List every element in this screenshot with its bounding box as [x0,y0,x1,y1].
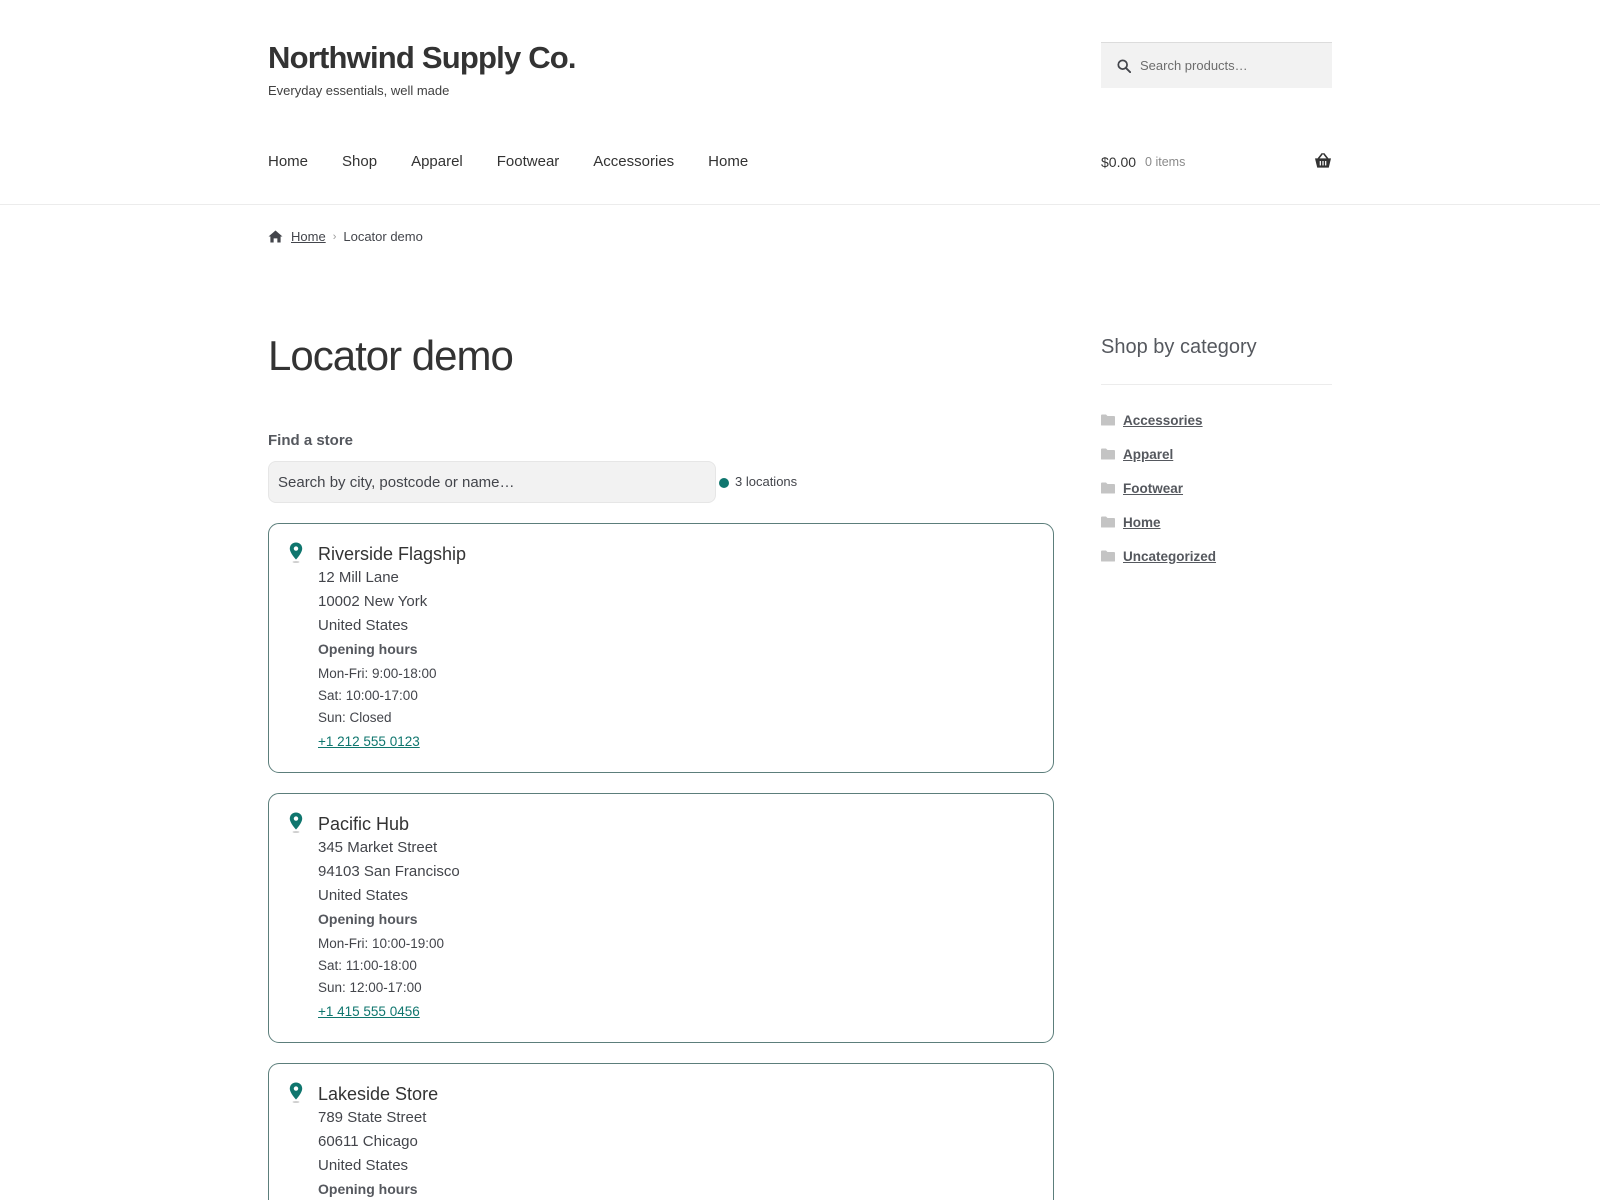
site-title[interactable]: Northwind Supply Co. [268,40,577,76]
category-link-uncategorized[interactable]: Uncategorized [1123,549,1216,564]
cart-amount[interactable]: $0.00 [1101,154,1136,170]
cart-item-count[interactable]: 0 items [1145,155,1185,169]
folder-icon [1101,482,1115,494]
category-item: Accessories [1101,403,1216,437]
store-details: Lakeside Store 789 State Street 60611 Ch… [318,1082,438,1200]
store-street: 789 State Street [318,1109,427,1126]
hours-line: Mon-Fri: 10:00-19:00 [318,936,445,951]
store-name: Riverside Flagship [318,544,467,564]
category-link-footwear[interactable]: Footwear [1123,481,1183,496]
opening-hours-heading: Opening hours [318,911,418,927]
status-dot-icon [719,478,729,488]
hours-line: Sat: 10:00-17:00 [318,688,418,703]
nav-item-home[interactable]: Home [268,153,308,170]
category-item: Home [1101,505,1216,539]
map-pin-icon [289,542,303,563]
primary-nav: Home Shop Apparel Footwear Accessories H… [268,153,782,170]
store-city: 10002 New York [318,593,428,610]
opening-hours-heading: Opening hours [318,1181,418,1197]
category-item: Footwear [1101,471,1216,505]
store-city: 94103 San Francisco [318,863,460,880]
sidebar-divider [1101,384,1332,385]
folder-icon [1101,448,1115,460]
store-street: 12 Mill Lane [318,569,399,586]
site-header: Northwind Supply Co. Everyday essentials… [0,0,1600,205]
category-link-home[interactable]: Home [1123,515,1161,530]
hours-line: Sun: 12:00-17:00 [318,980,422,995]
breadcrumb-home-link[interactable]: Home [291,229,326,244]
hours-line: Sat: 11:00-18:00 [318,958,417,973]
map-pin-icon [289,1082,303,1103]
find-store-label: Find a store [268,432,354,449]
locations-count: 3 locations [735,474,798,489]
product-search-input[interactable] [1140,58,1320,73]
map-pin-icon [289,812,303,833]
hours-line: Mon-Fri: 9:00-18:00 [318,666,437,681]
nav-item-accessories[interactable]: Accessories [593,153,674,170]
store-card[interactable]: Pacific Hub 345 Market Street 94103 San … [268,793,1054,1043]
store-card[interactable]: Lakeside Store 789 State Street 60611 Ch… [268,1063,1054,1200]
header-cart[interactable]: $0.00 0 items [1101,153,1332,170]
home-icon [268,230,283,243]
category-item: Apparel [1101,437,1216,471]
category-link-accessories[interactable]: Accessories [1123,413,1203,428]
breadcrumb-separator-icon: › [332,230,337,243]
store-street: 345 Market Street [318,839,438,856]
product-search [1101,42,1332,88]
store-country: United States [318,617,409,634]
nav-item-shop[interactable]: Shop [342,153,377,170]
store-name: Pacific Hub [318,814,410,834]
search-icon [1117,58,1131,73]
hours-line: Sun: Closed [318,710,392,725]
store-country: United States [318,1157,409,1174]
folder-icon [1101,516,1115,528]
store-search-input[interactable] [268,461,716,503]
store-phone-link[interactable]: +1 212 555 0123 [318,730,420,754]
page-title: Locator demo [268,332,514,379]
store-country: United States [318,887,409,904]
category-item: Uncategorized [1101,539,1216,573]
category-link-apparel[interactable]: Apparel [1123,447,1173,462]
nav-item-home-category[interactable]: Home [708,153,748,170]
nav-item-apparel[interactable]: Apparel [411,153,463,170]
opening-hours-heading: Opening hours [318,641,418,657]
folder-icon [1101,414,1115,426]
basket-icon[interactable] [1314,153,1332,169]
nav-item-footwear[interactable]: Footwear [497,153,560,170]
store-phone-link[interactable]: +1 415 555 0456 [318,1000,420,1024]
category-list: Accessories Apparel Footwear Home Uncate… [1101,403,1216,573]
store-city: 60611 Chicago [318,1133,418,1150]
breadcrumb-current: Locator demo [343,229,423,244]
sidebar-title: Shop by category [1101,336,1257,358]
site-tagline: Everyday essentials, well made [268,83,450,98]
store-details: Riverside Flagship 12 Mill Lane 10002 Ne… [318,542,466,754]
breadcrumb: Home › Locator demo [268,229,423,244]
store-name: Lakeside Store [318,1084,439,1104]
store-card[interactable]: Riverside Flagship 12 Mill Lane 10002 Ne… [268,523,1054,773]
folder-icon [1101,550,1115,562]
store-details: Pacific Hub 345 Market Street 94103 San … [318,812,460,1024]
